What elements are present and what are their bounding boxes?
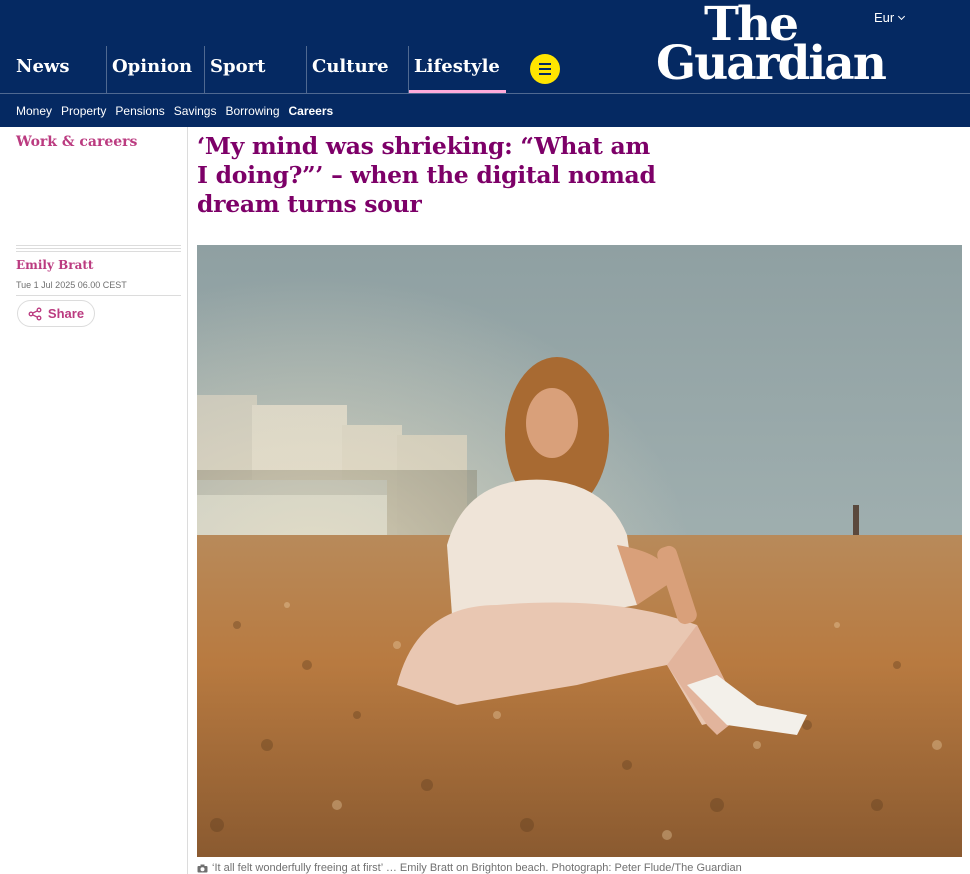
beach-photo-illustration (197, 245, 962, 857)
article-main-image (197, 245, 962, 857)
chevron-down-icon (898, 12, 906, 20)
subnav-item-borrowing[interactable]: Borrowing (225, 104, 279, 118)
hamburger-menu-icon[interactable] (530, 54, 560, 84)
sub-navigation: Money Property Pensions Savings Borrowin… (0, 93, 970, 127)
subnav-item-money[interactable]: Money (16, 104, 52, 118)
section-label[interactable]: Work & careers (16, 134, 137, 150)
guardian-logo[interactable]: The Guardian (656, 1, 887, 91)
subnav-item-careers[interactable]: Careers (289, 104, 334, 118)
article-meta-column: Work & careers Emily Bratt Tue 1 Jul 202… (0, 127, 188, 874)
pillar-culture[interactable]: Culture (306, 46, 408, 93)
article-headline: ‘My mind was shrieking: “What am I doing… (197, 132, 656, 218)
camera-icon (197, 864, 208, 872)
share-icon (28, 307, 42, 320)
caption-text: ‘It all felt wonderfully freeing at firs… (212, 862, 742, 874)
pillar-opinion[interactable]: Opinion (106, 46, 204, 93)
divider (16, 295, 181, 296)
image-caption: ‘It all felt wonderfully freeing at firs… (197, 862, 742, 874)
publish-date: Tue 1 Jul 2025 06.00 CEST (16, 280, 127, 290)
pillar-sport[interactable]: Sport (204, 46, 306, 93)
share-button[interactable]: Share (17, 300, 95, 327)
author-byline[interactable]: Emily Bratt (16, 258, 93, 272)
share-label: Share (47, 306, 85, 321)
pillar-lifestyle[interactable]: Lifestyle (408, 46, 506, 93)
subnav-item-savings[interactable]: Savings (174, 104, 217, 118)
subnav-item-pensions[interactable]: Pensions (115, 104, 164, 118)
subnav-item-property[interactable]: Property (61, 104, 106, 118)
logo-line-2: Guardian (656, 35, 887, 91)
divider-lines (16, 245, 181, 253)
pillar-news[interactable]: News (0, 46, 106, 93)
pillar-nav: News Opinion Sport Culture Lifestyle (0, 46, 506, 93)
